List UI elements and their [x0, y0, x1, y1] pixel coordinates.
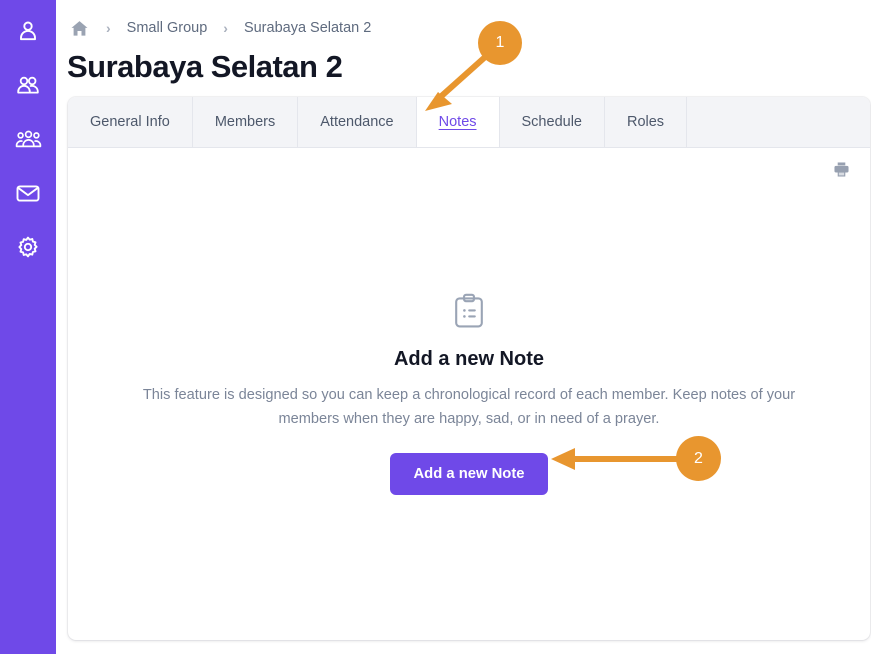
breadcrumb-separator-1: › — [106, 20, 111, 36]
empty-state: Add a new Note This feature is designed … — [68, 293, 870, 495]
page-title: Surabaya Selatan 2 — [67, 49, 343, 84]
person-icon — [16, 19, 40, 43]
home-icon[interactable] — [68, 17, 90, 39]
annotation-badge-2: 2 — [676, 436, 721, 481]
clipboard-list-icon — [452, 293, 486, 334]
sidebar-item-groups[interactable] — [8, 122, 48, 156]
add-new-note-button[interactable]: Add a new Note — [389, 453, 549, 495]
breadcrumb-separator-2: › — [223, 20, 228, 36]
sidebar-item-profile[interactable] — [8, 14, 48, 48]
gear-icon — [16, 235, 40, 259]
tab-schedule[interactable]: Schedule — [500, 97, 605, 147]
screenshot-root: › Small Group › Surabaya Selatan 2 Surab… — [0, 0, 871, 654]
annotation-badge-1: 1 — [478, 21, 522, 65]
group-people-icon — [15, 127, 42, 151]
tab-attendance[interactable]: Attendance — [298, 97, 417, 147]
sidebar-item-settings[interactable] — [8, 230, 48, 264]
empty-state-title: Add a new Note — [393, 348, 544, 370]
tab-notes[interactable]: Notes — [416, 97, 500, 147]
main-content: › Small Group › Surabaya Selatan 2 Surab… — [56, 0, 871, 654]
tab-general-info[interactable]: General Info — [68, 97, 193, 147]
tab-bar: General Info Members Attendance Notes Sc… — [68, 97, 870, 148]
tab-roles[interactable]: Roles — [605, 97, 688, 147]
tab-members[interactable]: Members — [193, 97, 299, 147]
breadcrumb-item-small-group[interactable]: Small Group — [127, 17, 208, 39]
sidebar — [0, 0, 56, 654]
breadcrumb: › Small Group › Surabaya Selatan 2 — [68, 16, 371, 40]
two-people-icon — [15, 73, 41, 97]
breadcrumb-item-current[interactable]: Surabaya Selatan 2 — [244, 17, 371, 39]
empty-state-description: This feature is designed so you can keep… — [142, 387, 796, 427]
envelope-icon — [15, 181, 41, 205]
card-toolbar — [68, 148, 870, 192]
content-card: General Info Members Attendance Notes Sc… — [68, 97, 870, 640]
printer-icon[interactable] — [830, 158, 852, 180]
sidebar-item-people[interactable] — [8, 68, 48, 102]
sidebar-item-messages[interactable] — [8, 176, 48, 210]
